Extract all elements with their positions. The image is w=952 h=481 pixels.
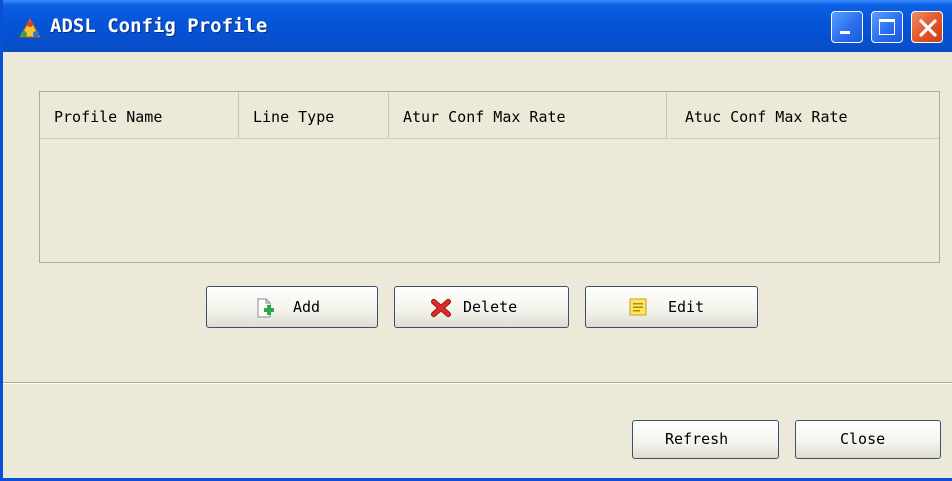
close-button-label: Close xyxy=(840,430,886,448)
edit-note-icon xyxy=(629,298,647,316)
close-icon xyxy=(919,19,937,37)
window-title: ADSL Config Profile xyxy=(50,15,268,37)
maximize-button[interactable] xyxy=(871,11,903,43)
close-window-button[interactable] xyxy=(911,11,943,43)
adsl-config-profile-window: ADSL Config Profile Profile Name Line Ty… xyxy=(0,0,952,481)
delete-x-icon xyxy=(431,298,451,318)
title-bar[interactable]: ADSL Config Profile xyxy=(3,0,952,52)
profile-table[interactable]: Profile Name Line Type Atur Conf Max Rat… xyxy=(39,91,940,263)
minimize-icon xyxy=(840,31,850,34)
column-header-profile-name[interactable]: Profile Name xyxy=(40,92,238,138)
close-button[interactable]: Close xyxy=(795,420,941,459)
edit-button[interactable]: Edit xyxy=(585,286,758,328)
maximize-icon xyxy=(879,19,895,35)
column-header-atur-conf-max-rate[interactable]: Atur Conf Max Rate xyxy=(388,92,666,138)
column-header-atuc-conf-max-rate[interactable]: Atuc Conf Max Rate xyxy=(666,92,939,138)
add-button[interactable]: Add xyxy=(206,286,378,328)
refresh-button-label: Refresh xyxy=(665,430,729,448)
add-document-icon xyxy=(257,298,274,318)
app-triangle-icon xyxy=(19,18,41,38)
delete-button[interactable]: Delete xyxy=(394,286,569,328)
table-header: Profile Name Line Type Atur Conf Max Rat… xyxy=(40,92,939,139)
refresh-button[interactable]: Refresh xyxy=(632,420,779,459)
column-header-line-type[interactable]: Line Type xyxy=(238,92,388,138)
edit-button-label: Edit xyxy=(668,298,705,316)
delete-button-label: Delete xyxy=(463,298,518,316)
minimize-button[interactable] xyxy=(831,11,863,43)
footer-divider xyxy=(3,382,952,384)
add-button-label: Add xyxy=(293,298,321,316)
